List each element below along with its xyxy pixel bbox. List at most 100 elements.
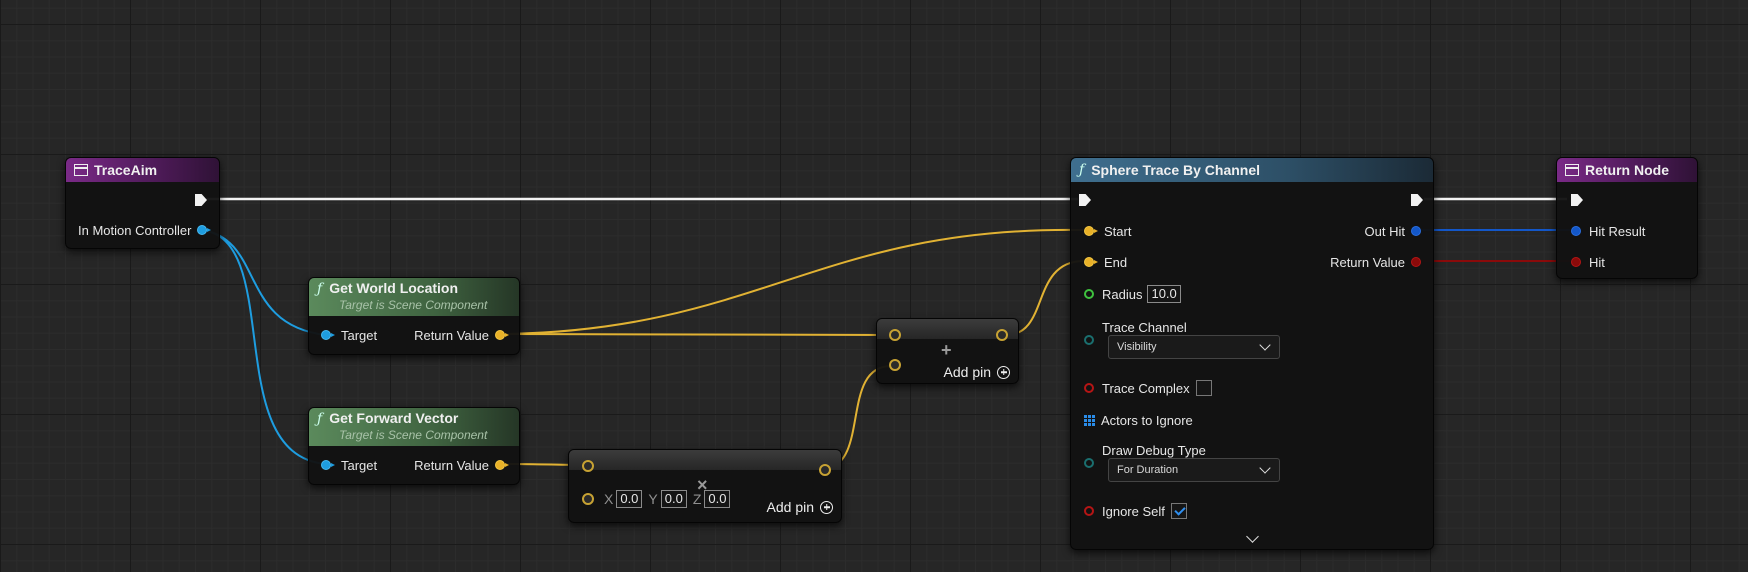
- in-motion-controller-label: In Motion Controller: [78, 222, 192, 238]
- multiply-node[interactable]: × X 0.0 Y 0.0 Z 0.0 Add pin: [568, 449, 842, 523]
- get-forward-vector-header[interactable]: ƒ Get Forward Vector Target is Scene Comp…: [309, 408, 519, 446]
- multiply-input-a-pin[interactable]: [582, 460, 594, 472]
- draw-debug-type-dropdown[interactable]: For Duration: [1108, 458, 1280, 482]
- gfv-target-pin[interactable]: [321, 460, 335, 470]
- actors-to-ignore-label: Actors to Ignore: [1101, 412, 1193, 428]
- hit-result-label: Hit Result: [1589, 223, 1646, 239]
- draw-debug-type-value: For Duration: [1117, 464, 1179, 476]
- trace-aim-node[interactable]: TraceAim In Motion Controller: [65, 157, 220, 249]
- add-pin-label: Add pin: [943, 364, 991, 380]
- sphere-trace-header[interactable]: ƒ Sphere Trace By Channel: [1071, 158, 1433, 182]
- function-entry-icon: [74, 164, 88, 176]
- gfv-return-pin[interactable]: [495, 460, 509, 470]
- return-node-header[interactable]: Return Node: [1557, 158, 1697, 182]
- multiply-header[interactable]: [569, 450, 841, 470]
- ignore-self-checkbox[interactable]: [1170, 503, 1187, 519]
- trace-channel-dropdown[interactable]: Visibility: [1108, 335, 1280, 359]
- get-forward-vector-subtitle: Target is Scene Component: [339, 428, 488, 442]
- return-value-row: Return Value: [1330, 253, 1421, 271]
- radius-label: Radius: [1102, 286, 1143, 302]
- expand-advanced-chevron-icon[interactable]: [1246, 530, 1259, 543]
- return-value-label: Return Value: [1330, 254, 1405, 270]
- add-symbol: +: [941, 340, 952, 360]
- end-pin[interactable]: [1084, 257, 1098, 267]
- draw-debug-type-label: Draw Debug Type: [1102, 442, 1206, 458]
- add-input-b-row: [889, 356, 901, 374]
- gwl-target-row: Target: [321, 326, 377, 344]
- in-motion-controller-pin[interactable]: [197, 225, 212, 235]
- vector-wire-location-to-add-a: [504, 333, 889, 336]
- array-pin-icon[interactable]: [1084, 414, 1095, 426]
- x-label: X: [604, 491, 614, 507]
- return-value-pin[interactable]: [1411, 257, 1421, 267]
- draw-debug-pin-row: [1084, 454, 1094, 472]
- trace-aim-header[interactable]: TraceAim: [66, 158, 219, 182]
- function-icon: ƒ: [1079, 162, 1085, 178]
- function-icon: ƒ: [317, 281, 323, 297]
- exec-input-pin-icon[interactable]: [1079, 194, 1091, 206]
- multiply-input-b-pin[interactable]: [582, 493, 594, 505]
- trace-complex-checkbox[interactable]: [1195, 380, 1212, 396]
- trace-complex-label: Trace Complex: [1102, 380, 1190, 396]
- hit-row: Hit: [1571, 253, 1605, 271]
- z-value-field[interactable]: 0.0: [704, 490, 731, 508]
- add-input-a-pin[interactable]: [889, 329, 901, 341]
- get-world-location-title: Get World Location: [329, 280, 459, 296]
- y-value-field[interactable]: 0.0: [660, 490, 687, 508]
- get-world-location-subtitle: Target is Scene Component: [339, 298, 488, 312]
- gwl-return-label: Return Value: [414, 327, 489, 343]
- function-icon: ƒ: [317, 411, 323, 427]
- return-node[interactable]: Return Node Hit Result Hit: [1556, 157, 1698, 279]
- add-input-b-pin[interactable]: [889, 359, 901, 371]
- multiply-add-pin-button[interactable]: Add pin: [767, 498, 833, 516]
- hit-result-pin[interactable]: [1571, 226, 1581, 236]
- radius-value-field[interactable]: 10.0: [1147, 285, 1181, 303]
- trace-aim-exec-out[interactable]: [195, 191, 207, 209]
- get-world-location-node[interactable]: ƒ Get World Location Target is Scene Comp…: [308, 277, 520, 355]
- gfv-return-row: Return Value: [414, 456, 509, 474]
- trace-channel-pin-row: [1084, 331, 1094, 349]
- start-pin[interactable]: [1084, 226, 1098, 236]
- sphere-trace-exec-out[interactable]: [1411, 191, 1423, 209]
- end-row: End: [1084, 253, 1127, 271]
- ignore-self-pin[interactable]: [1084, 506, 1094, 516]
- get-forward-vector-title: Get Forward Vector: [329, 410, 459, 426]
- add-input-a-row: [889, 326, 901, 344]
- hit-label: Hit: [1589, 254, 1605, 270]
- sphere-trace-exec-in[interactable]: [1079, 191, 1091, 209]
- add-node[interactable]: + Add pin: [876, 318, 1019, 384]
- add-output-row: [996, 326, 1008, 344]
- get-forward-vector-node[interactable]: ƒ Get Forward Vector Target is Scene Comp…: [308, 407, 520, 485]
- trace-aim-title: TraceAim: [94, 162, 158, 178]
- gwl-target-pin[interactable]: [321, 330, 335, 340]
- out-hit-pin[interactable]: [1411, 226, 1421, 236]
- start-row: Start: [1084, 222, 1131, 240]
- return-node-title: Return Node: [1585, 162, 1669, 178]
- return-exec-in[interactable]: [1571, 191, 1583, 209]
- hit-result-row: Hit Result: [1571, 222, 1645, 240]
- draw-debug-type-pin[interactable]: [1084, 458, 1094, 468]
- gwl-return-row: Return Value: [414, 326, 509, 344]
- radius-pin[interactable]: [1084, 289, 1094, 299]
- gwl-target-label: Target: [341, 327, 378, 343]
- trace-complex-pin[interactable]: [1084, 383, 1094, 393]
- ignore-self-row: Ignore Self: [1084, 502, 1187, 520]
- add-output-pin[interactable]: [996, 329, 1008, 341]
- multiply-input-b-row: X 0.0 Y 0.0 Z 0.0: [582, 490, 731, 508]
- out-hit-row: Out Hit: [1365, 222, 1421, 240]
- exec-output-pin-icon[interactable]: [195, 194, 207, 206]
- end-label: End: [1104, 254, 1128, 270]
- multiply-output-pin[interactable]: [819, 464, 831, 476]
- get-world-location-header[interactable]: ƒ Get World Location Target is Scene Comp…: [309, 278, 519, 316]
- trace-channel-pin[interactable]: [1084, 335, 1094, 345]
- gfv-return-label: Return Value: [414, 457, 489, 473]
- x-value-field[interactable]: 0.0: [616, 490, 643, 508]
- chevron-down-icon: [1259, 462, 1271, 474]
- gwl-return-pin[interactable]: [495, 330, 509, 340]
- exec-input-pin-icon[interactable]: [1571, 194, 1583, 206]
- exec-output-pin-icon[interactable]: [1411, 194, 1423, 206]
- sphere-trace-title: Sphere Trace By Channel: [1091, 162, 1261, 178]
- add-add-pin-button[interactable]: Add pin: [944, 363, 1010, 381]
- hit-pin[interactable]: [1571, 257, 1581, 267]
- sphere-trace-node[interactable]: ƒ Sphere Trace By Channel Start Out Hit …: [1070, 157, 1434, 550]
